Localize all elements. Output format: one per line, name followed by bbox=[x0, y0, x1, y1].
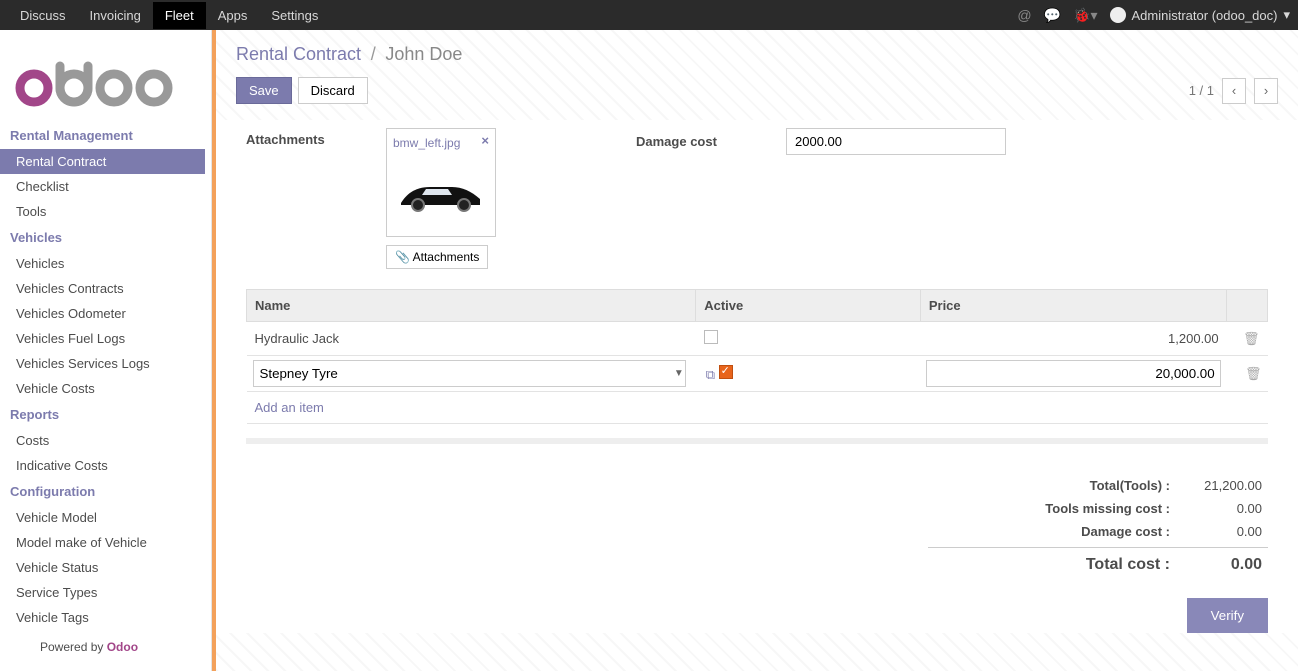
bug-icon[interactable]: 🐞▾ bbox=[1073, 7, 1097, 24]
menu-discuss[interactable]: Discuss bbox=[8, 2, 78, 29]
col-price: Price bbox=[920, 290, 1226, 322]
sidebar-item-vehicle-costs[interactable]: Vehicle Costs bbox=[0, 376, 205, 401]
delete-row-icon[interactable]: 🗑 bbox=[1243, 331, 1260, 346]
row-price-input[interactable] bbox=[926, 360, 1220, 387]
sidebar-item-checklist[interactable]: Checklist bbox=[0, 174, 205, 199]
breadcrumb: Rental Contract / John Doe bbox=[216, 30, 1298, 67]
row-name-input[interactable] bbox=[253, 360, 686, 387]
sidebar-item-tools[interactable]: Tools bbox=[0, 199, 205, 224]
sidebar-header-config[interactable]: Configuration bbox=[0, 478, 205, 505]
avatar bbox=[1110, 7, 1126, 23]
at-icon[interactable]: @ bbox=[1017, 7, 1031, 23]
attachment-delete-icon[interactable]: × bbox=[481, 133, 489, 148]
logo bbox=[0, 42, 205, 122]
sidebar-item-vehicle-tags[interactable]: Vehicle Tags bbox=[0, 605, 205, 630]
sidebar-header-rental[interactable]: Rental Management bbox=[0, 122, 205, 149]
discard-button[interactable]: Discard bbox=[298, 77, 368, 104]
chevron-down-icon: ▾ bbox=[1283, 7, 1290, 23]
powered-by: Powered by Odoo bbox=[0, 630, 205, 654]
sidebar-header-reports[interactable]: Reports bbox=[0, 401, 205, 428]
sidebar-item-vehicle-status[interactable]: Vehicle Status bbox=[0, 555, 205, 580]
menu-apps[interactable]: Apps bbox=[206, 2, 260, 29]
attachment-filename: bmw_left.jpg bbox=[393, 136, 460, 150]
items-table: Name Active Price Hydraulic Jack 1,200.0… bbox=[246, 289, 1268, 424]
table-row[interactable]: Hydraulic Jack 1,200.00 🗑 bbox=[247, 322, 1268, 356]
add-item-row[interactable]: Add an item bbox=[247, 392, 1268, 424]
table-row[interactable]: ▼ ⧉ 🗑 bbox=[247, 356, 1268, 392]
sidebar-item-vehicles-services[interactable]: Vehicles Services Logs bbox=[0, 351, 205, 376]
user-name: Administrator (odoo_doc) bbox=[1132, 8, 1278, 23]
verify-button[interactable]: Verify bbox=[1187, 598, 1268, 633]
sidebar-item-vehicles-odometer[interactable]: Vehicles Odometer bbox=[0, 301, 205, 326]
totals: Total(Tools) :21,200.00 Tools missing co… bbox=[928, 474, 1268, 578]
grand-total-label: Total cost : bbox=[934, 556, 1182, 574]
attachment-thumbnail bbox=[393, 160, 489, 230]
breadcrumb-current: John Doe bbox=[385, 44, 462, 64]
sidebar-item-indicative[interactable]: Indicative Costs bbox=[0, 453, 205, 478]
total-tools-label: Total(Tools) : bbox=[934, 478, 1182, 493]
top-menu: Discuss Invoicing Fleet Apps Settings bbox=[8, 2, 330, 29]
total-tools-value: 21,200.00 bbox=[1182, 478, 1262, 493]
row-active-checkbox[interactable] bbox=[704, 330, 718, 344]
chat-icon[interactable]: 💬 bbox=[1044, 7, 1061, 24]
damage-total-value: 0.00 bbox=[1182, 524, 1262, 539]
row-price: 1,200.00 bbox=[920, 322, 1226, 356]
damage-total-label: Damage cost : bbox=[934, 524, 1182, 539]
sidebar-item-vehicles-contracts[interactable]: Vehicles Contracts bbox=[0, 276, 205, 301]
row-active-checkbox[interactable] bbox=[719, 365, 733, 379]
breadcrumb-root[interactable]: Rental Contract bbox=[236, 44, 361, 64]
sidebar-header-vehicles[interactable]: Vehicles bbox=[0, 224, 205, 251]
sidebar-item-rental-contract[interactable]: Rental Contract bbox=[0, 149, 205, 174]
external-link-icon[interactable]: ⧉ bbox=[706, 367, 715, 382]
sidebar-item-vehicles-fuel[interactable]: Vehicles Fuel Logs bbox=[0, 326, 205, 351]
sidebar: Rental Management Rental Contract Checkl… bbox=[0, 30, 212, 671]
row-name: Hydraulic Jack bbox=[247, 322, 696, 356]
sidebar-item-vehicle-model[interactable]: Vehicle Model bbox=[0, 505, 205, 530]
main: Rental Contract / John Doe Save Discard … bbox=[212, 30, 1298, 671]
odoo-link[interactable]: Odoo bbox=[107, 640, 138, 654]
sidebar-item-vehicles[interactable]: Vehicles bbox=[0, 251, 205, 276]
attachments-label: Attachments bbox=[246, 128, 386, 147]
col-active: Active bbox=[696, 290, 921, 322]
attachment-tile[interactable]: bmw_left.jpg × bbox=[386, 128, 496, 237]
damage-cost-label: Damage cost bbox=[636, 128, 786, 149]
menu-fleet[interactable]: Fleet bbox=[153, 2, 206, 29]
sidebar-item-model-make[interactable]: Model make of Vehicle bbox=[0, 530, 205, 555]
top-bar: Discuss Invoicing Fleet Apps Settings @ … bbox=[0, 0, 1298, 30]
user-menu[interactable]: Administrator (odoo_doc) ▾ bbox=[1110, 7, 1291, 23]
menu-invoicing[interactable]: Invoicing bbox=[78, 2, 153, 29]
paperclip-icon: 📎 bbox=[395, 250, 410, 264]
delete-row-icon[interactable]: 🗑 bbox=[1245, 366, 1262, 381]
sidebar-item-service-types[interactable]: Service Types bbox=[0, 580, 205, 605]
missing-value: 0.00 bbox=[1182, 501, 1262, 516]
damage-cost-input[interactable] bbox=[786, 128, 1006, 155]
pager-prev[interactable]: ‹ bbox=[1222, 78, 1246, 104]
missing-label: Tools missing cost : bbox=[934, 501, 1182, 516]
dropdown-icon[interactable]: ▼ bbox=[674, 368, 684, 379]
menu-settings[interactable]: Settings bbox=[259, 2, 330, 29]
col-name: Name bbox=[247, 290, 696, 322]
attachments-button[interactable]: 📎 Attachments bbox=[386, 245, 488, 269]
save-button[interactable]: Save bbox=[236, 77, 292, 104]
pager-text: 1 / 1 bbox=[1189, 83, 1214, 98]
sidebar-item-costs[interactable]: Costs bbox=[0, 428, 205, 453]
grand-total-value: 0.00 bbox=[1182, 556, 1262, 574]
pager-next[interactable]: › bbox=[1254, 78, 1278, 104]
